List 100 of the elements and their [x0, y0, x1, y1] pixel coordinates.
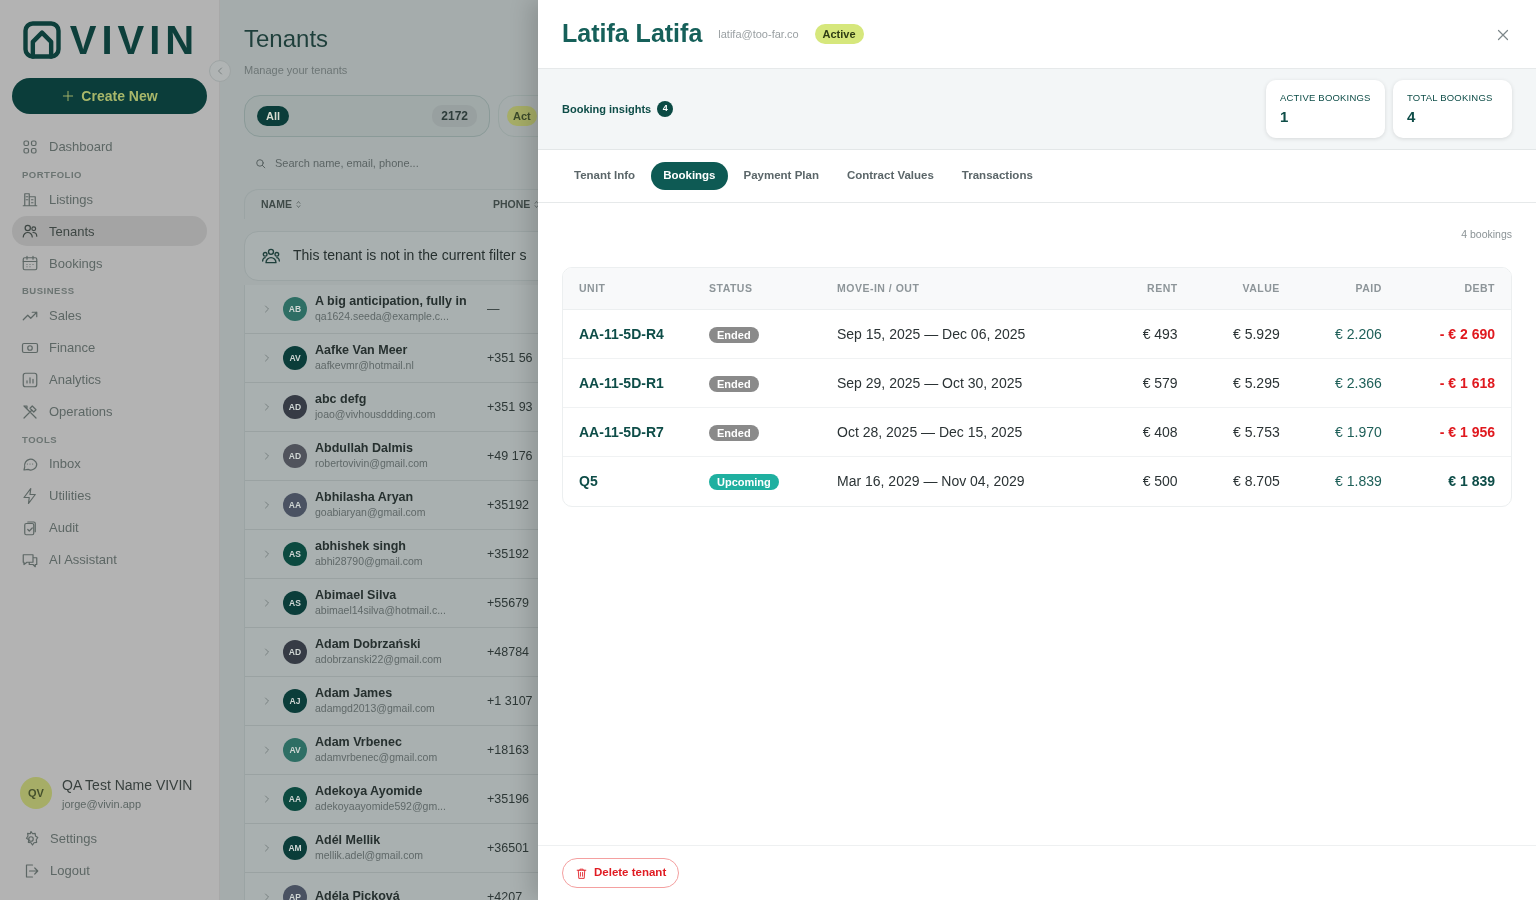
status-badge: Active — [814, 23, 864, 45]
building-icon — [21, 190, 39, 209]
avatar: AV — [283, 737, 307, 762]
filter-tab[interactable]: All 2172 — [244, 94, 490, 137]
tenant-email: joao@vivhousddding.com — [315, 406, 437, 422]
tenant-name: Abhilasha Aryan — [315, 489, 415, 505]
tenant-name: abhishek singh — [315, 538, 407, 554]
calendar-icon — [21, 254, 39, 273]
tab[interactable]: Tenant Info — [562, 162, 648, 190]
status-badge: Ended — [709, 375, 759, 392]
tenant-phone: +35192 — [487, 496, 530, 514]
avatar: AV — [283, 345, 307, 370]
stat-label: ACTIVE BOOKINGS — [1280, 91, 1371, 105]
tab[interactable]: Transactions — [949, 162, 1045, 190]
tenant-phone: +1 3107 — [487, 692, 533, 710]
clipboard-icon — [21, 518, 39, 537]
avatar: AD — [283, 639, 307, 664]
lightning-icon — [21, 486, 39, 505]
avatar: AS — [283, 590, 307, 615]
table-cell: € 5.295 — [1193, 358, 1296, 408]
column-header[interactable]: NAME — [261, 196, 489, 213]
tenant-name: Adéla Picková — [315, 889, 401, 900]
tenant-name: Adam Vrbenec — [315, 734, 403, 750]
people-icon — [21, 222, 39, 241]
unit-link[interactable]: Q5 — [563, 456, 693, 506]
tenant-email: goabiaryan@gmail.com — [315, 504, 427, 520]
tenant-phone: +351 56 — [487, 349, 533, 367]
tenant-title: Latifa Latifa — [562, 18, 703, 50]
insights-label: Booking insights — [562, 101, 652, 117]
tools-icon — [21, 402, 39, 421]
tab[interactable]: Contract Values — [834, 162, 946, 190]
unit-link[interactable]: AA-11-5D-R4 — [563, 309, 693, 359]
column-header[interactable]: PHONE — [493, 196, 538, 213]
tenant-phone: +4207 — [487, 888, 523, 900]
plus-icon — [61, 89, 76, 103]
tenant-email: adekoyaayomide592@gm... — [315, 798, 447, 814]
delete-button[interactable]: Delete tenant — [562, 858, 680, 888]
tenant-phone: +35196 — [487, 790, 530, 808]
tenant-phone: +18163 — [487, 741, 530, 759]
table-cell: € 2.206 — [1295, 309, 1398, 359]
column-header: MOVE-IN / OUT — [821, 267, 1107, 310]
tenant-email: abhi28790@gmail.com — [315, 553, 424, 569]
table-cell: € 8.705 — [1193, 456, 1296, 506]
table-cell: Oct 28, 2025 — Dec 15, 2025 — [821, 407, 1107, 457]
create-new-button[interactable]: Create New — [12, 78, 207, 114]
tenant-phone: +351 93 — [487, 398, 533, 416]
unit-link[interactable]: AA-11-5D-R7 — [563, 407, 693, 457]
table-cell: € 5.753 — [1193, 407, 1296, 457]
grid-icon — [21, 138, 39, 156]
tenant-name: Adam Dobrzański — [315, 636, 422, 652]
table-cell: - € 2 690 — [1397, 309, 1511, 359]
tenant-phone: +36501 — [487, 839, 530, 857]
status-badge: Ended — [709, 326, 759, 343]
tenant-email: latifa@too-far.co — [718, 26, 799, 42]
tenant-phone: +48784 — [487, 643, 530, 661]
stat-label: TOTAL BOOKINGS — [1407, 91, 1494, 105]
tenant-phone: — — [487, 300, 500, 318]
column-header: STATUS — [693, 267, 821, 310]
tenant-email: abimael14silva@hotmail.c... — [315, 602, 447, 618]
tenant-email: adamgd2013@gmail.com — [315, 700, 436, 716]
column-header: UNIT — [563, 267, 693, 310]
tenant-name: A big anticipation, fully in — [315, 293, 468, 309]
status-badge: Upcoming — [709, 474, 779, 490]
unit-link[interactable]: AA-11-5D-R1 — [563, 358, 693, 408]
table-cell: Mar 16, 2029 — Nov 04, 2029 — [821, 456, 1107, 506]
table-cell: € 493 — [1106, 309, 1194, 359]
table-cell: € 500 — [1106, 456, 1194, 506]
tenant-name: Adam James — [315, 685, 394, 701]
avatar: AD — [283, 394, 307, 419]
table-cell: - € 1 618 — [1397, 358, 1511, 408]
avatar: AJ — [283, 688, 307, 713]
nav-section-label: BUSINESS — [21, 284, 76, 299]
avatar: AA — [283, 492, 307, 517]
tenant-email: qa1624.seeda@example.c... — [315, 308, 450, 324]
table-cell: Sep 15, 2025 — Dec 06, 2025 — [821, 309, 1107, 359]
tab[interactable]: Bookings — [651, 162, 728, 190]
avatar: AM — [283, 835, 307, 860]
chart-icon — [21, 370, 39, 389]
tenant-name: Abdullah Dalmis — [315, 440, 414, 456]
table-cell: € 408 — [1106, 407, 1194, 457]
sidebar-item[interactable]: Tenants — [12, 216, 207, 247]
nav-section-label: TOOLS — [21, 432, 59, 447]
tenant-phone: +35192 — [487, 545, 530, 563]
search-field[interactable]: Search name, email, phone... — [244, 148, 538, 177]
sort-icon — [293, 198, 303, 210]
tab[interactable]: Payment Plan — [731, 162, 831, 190]
stat-value: 4 — [1407, 107, 1417, 128]
table-cell: € 1.839 — [1295, 456, 1398, 506]
tenant-email: aafkevmr@hotmail.nl — [315, 357, 415, 373]
filter-count: 2172 — [432, 104, 477, 127]
user-email: jorge@vivin.app — [62, 796, 143, 812]
column-header: DEBT — [1397, 267, 1511, 310]
user-name: QA Test Name VIVIN — [62, 775, 193, 795]
tenant-name: abc defg — [315, 391, 368, 407]
table-cell: € 579 — [1106, 358, 1194, 408]
tenant-name: Aafke Van Meer — [315, 342, 409, 358]
table-cell: - € 1 956 — [1397, 407, 1511, 457]
column-header: VALUE — [1193, 267, 1296, 310]
table-cell: € 5.929 — [1193, 309, 1296, 359]
trash-icon — [575, 866, 588, 880]
